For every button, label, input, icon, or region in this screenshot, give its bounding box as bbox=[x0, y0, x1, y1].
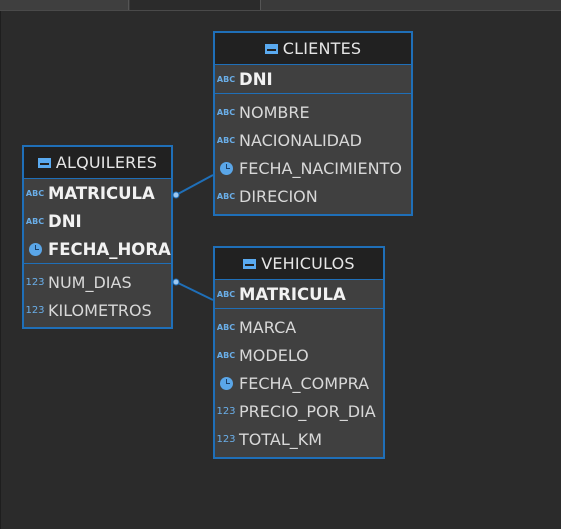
attribute-row[interactable]: 123 TOTAL_KM bbox=[215, 425, 383, 453]
numeric-type-icon: 123 bbox=[25, 304, 45, 316]
text-type-icon: ABC bbox=[216, 135, 236, 145]
entity-header[interactable]: VEHICULOS bbox=[215, 248, 383, 280]
numeric-type-icon: 123 bbox=[216, 405, 236, 417]
clock-icon bbox=[26, 242, 44, 256]
entity-alquileres[interactable]: ALQUILERES ABC MATRICULA ABC DNI FECHA_H… bbox=[22, 145, 173, 329]
attribute-name: FECHA_COMPRA bbox=[239, 373, 370, 393]
text-type-icon: ABC bbox=[216, 289, 236, 299]
entity-header[interactable]: ALQUILERES bbox=[24, 147, 171, 179]
link-alquileres-vehiculos[interactable] bbox=[175, 281, 214, 301]
numeric-type-icon: 123 bbox=[25, 276, 45, 288]
attribute-row[interactable]: ABC DNI bbox=[215, 65, 411, 93]
entity-title: ALQUILERES bbox=[55, 153, 158, 172]
attribute-row[interactable]: 123 PRECIO_POR_DIA bbox=[215, 397, 383, 425]
clock-icon bbox=[217, 161, 235, 175]
attribute-row[interactable]: 123 NUM_DIAS bbox=[24, 268, 171, 296]
attribute-row[interactable]: ABC DNI bbox=[24, 207, 171, 235]
attribute-name: KILOMETROS bbox=[48, 300, 152, 320]
attribute-row[interactable]: ABC NOMBRE bbox=[215, 98, 411, 126]
entity-vehiculos[interactable]: VEHICULOS ABC MATRICULA ABC MARCA ABC MO… bbox=[213, 246, 385, 459]
attribute-row[interactable]: ABC NACIONALIDAD bbox=[215, 126, 411, 154]
text-type-icon: ABC bbox=[25, 188, 45, 198]
entity-clientes[interactable]: CLIENTES ABC DNI ABC NOMBRE ABC NACIONAL… bbox=[213, 31, 413, 216]
entity-title: CLIENTES bbox=[282, 39, 362, 58]
attribute-row[interactable]: FECHA_HORA bbox=[24, 235, 171, 263]
attribute-row[interactable]: ABC MODELO bbox=[215, 341, 383, 369]
text-type-icon: ABC bbox=[216, 350, 236, 360]
attribute-name: DIRECION bbox=[239, 186, 318, 206]
attribute-name: NACIONALIDAD bbox=[239, 130, 362, 150]
attribute-row[interactable]: ABC MARCA bbox=[215, 313, 383, 341]
key-attributes: ABC MATRICULA ABC DNI FECHA_HORA bbox=[24, 179, 171, 264]
attribute-row[interactable]: FECHA_COMPRA bbox=[215, 369, 383, 397]
attribute-name: FECHA_NACIMIENTO bbox=[239, 158, 402, 178]
attribute-name: TOTAL_KM bbox=[239, 429, 323, 449]
key-attributes: ABC DNI bbox=[215, 65, 411, 94]
attributes: ABC MARCA ABC MODELO FECHA_COMPRA 123 PR… bbox=[215, 309, 383, 453]
attribute-row[interactable]: ABC MATRICULA bbox=[215, 280, 383, 308]
attribute-name: NUM_DIAS bbox=[48, 272, 132, 292]
attribute-row[interactable]: 123 KILOMETROS bbox=[24, 296, 171, 324]
attribute-name: NOMBRE bbox=[239, 102, 310, 122]
text-type-icon: ABC bbox=[216, 107, 236, 117]
attribute-name: MATRICULA bbox=[239, 284, 346, 304]
attribute-name: DNI bbox=[48, 211, 82, 231]
attribute-name: DNI bbox=[239, 69, 273, 89]
attribute-name: MARCA bbox=[239, 317, 297, 337]
numeric-type-icon: 123 bbox=[216, 433, 236, 445]
text-type-icon: ABC bbox=[216, 191, 236, 201]
text-type-icon: ABC bbox=[216, 74, 236, 84]
attribute-row[interactable]: ABC DIRECION bbox=[215, 182, 411, 210]
text-type-icon: ABC bbox=[216, 322, 236, 332]
attribute-row[interactable]: ABC MATRICULA bbox=[24, 179, 171, 207]
clock-icon bbox=[217, 376, 235, 390]
attributes: ABC NOMBRE ABC NACIONALIDAD FECHA_NACIMI… bbox=[215, 94, 411, 210]
key-attributes: ABC MATRICULA bbox=[215, 280, 383, 309]
entity-title: VEHICULOS bbox=[261, 254, 355, 273]
text-type-icon: ABC bbox=[25, 216, 45, 226]
table-icon bbox=[37, 157, 51, 168]
attribute-name: MATRICULA bbox=[48, 183, 155, 203]
attribute-row[interactable]: FECHA_NACIMIENTO bbox=[215, 154, 411, 182]
link-alquileres-clientes[interactable] bbox=[175, 174, 214, 196]
table-icon bbox=[243, 258, 257, 269]
link-endpoint-dot bbox=[172, 191, 180, 199]
attributes: 123 NUM_DIAS 123 KILOMETROS bbox=[24, 264, 171, 324]
table-icon bbox=[264, 43, 278, 54]
attribute-name: PRECIO_POR_DIA bbox=[239, 401, 376, 421]
entity-header[interactable]: CLIENTES bbox=[215, 33, 411, 65]
attribute-name: FECHA_HORA bbox=[48, 239, 171, 259]
attribute-name: MODELO bbox=[239, 345, 309, 365]
link-endpoint-dot bbox=[172, 278, 180, 286]
